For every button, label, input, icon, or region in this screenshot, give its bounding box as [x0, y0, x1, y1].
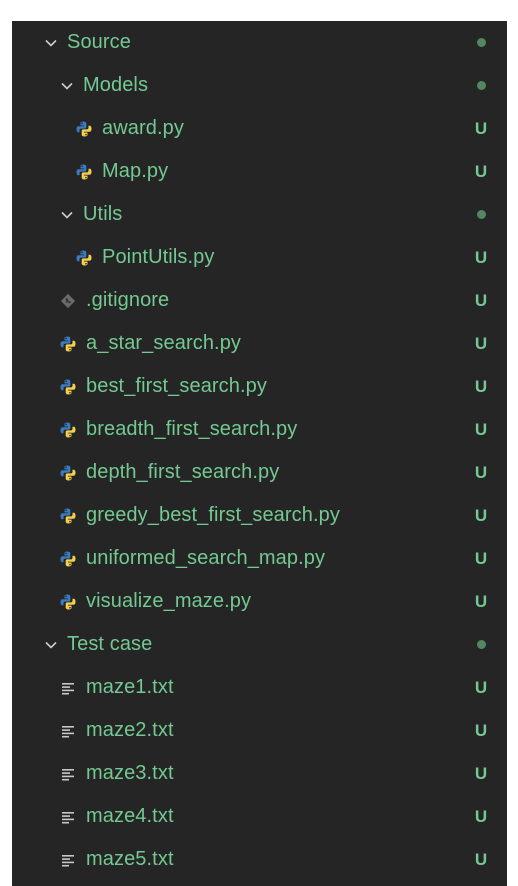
untracked-badge: U	[474, 806, 488, 826]
file-label: maze4.txt	[86, 805, 174, 827]
file-label: maze2.txt	[86, 719, 174, 741]
file-maze3-txt[interactable]: maze3.txt U	[12, 752, 507, 795]
file-a-star-search-py[interactable]: a_star_search.py U	[12, 322, 507, 365]
file-maze5-txt[interactable]: maze5.txt U	[12, 838, 507, 881]
folder-modified-dot	[471, 64, 491, 107]
untracked-badge: U	[474, 333, 488, 353]
folder-utils[interactable]: Utils	[12, 193, 507, 236]
untracked-badge: U	[474, 505, 488, 525]
file-label: Map.py	[102, 160, 169, 182]
untracked-badge: U	[474, 290, 488, 310]
file-label: depth_first_search.py	[86, 461, 280, 483]
untracked-badge: U	[474, 763, 488, 783]
folder-modified-dot	[471, 193, 491, 236]
text-file-icon	[58, 764, 78, 784]
file-depth-first-search-py[interactable]: depth_first_search.py U	[12, 451, 507, 494]
file-label: uniformed_search_map.py	[86, 547, 326, 569]
python-file-icon	[58, 506, 78, 526]
git-file-icon	[58, 291, 78, 311]
file-maze4-txt[interactable]: maze4.txt U	[12, 795, 507, 838]
folder-label: Utils	[83, 203, 123, 225]
untracked-badge: U	[474, 376, 488, 396]
folder-modified-dot	[471, 21, 491, 64]
chevron-down-icon[interactable]	[42, 34, 60, 52]
file-label: a_star_search.py	[86, 332, 242, 354]
folder-source[interactable]: Source	[12, 21, 507, 64]
file-uniformed-search-map-py[interactable]: uniformed_search_map.py U	[12, 537, 507, 580]
file-label: maze1.txt	[86, 676, 174, 698]
text-file-icon	[58, 807, 78, 827]
file-best-first-search-py[interactable]: best_first_search.py U	[12, 365, 507, 408]
file-label: maze5.txt	[86, 848, 174, 870]
file-pointutils-py[interactable]: PointUtils.py U	[12, 236, 507, 279]
python-file-icon	[58, 377, 78, 397]
file-label: greedy_best_first_search.py	[86, 504, 340, 526]
folder-label: Test case	[67, 633, 153, 655]
untracked-badge: U	[474, 849, 488, 869]
file-greedy-best-first-search-py[interactable]: greedy_best_first_search.py U	[12, 494, 507, 537]
untracked-badge: U	[474, 247, 488, 267]
python-file-icon	[74, 162, 94, 182]
file-explorer: Source Models award.py U Map.py U Utils …	[12, 21, 507, 886]
untracked-badge: U	[474, 161, 488, 181]
file-label: visualize_maze.py	[86, 590, 252, 612]
untracked-badge: U	[474, 462, 488, 482]
file-label: award.py	[102, 117, 184, 139]
python-file-icon	[58, 420, 78, 440]
file-label: breadth_first_search.py	[86, 418, 298, 440]
file-map-py[interactable]: Map.py U	[12, 150, 507, 193]
untracked-badge: U	[474, 419, 488, 439]
python-file-icon	[58, 463, 78, 483]
python-file-icon	[58, 592, 78, 612]
folder-models[interactable]: Models	[12, 64, 507, 107]
untracked-badge: U	[474, 548, 488, 568]
text-file-icon	[58, 721, 78, 741]
file-maze2-txt[interactable]: maze2.txt U	[12, 709, 507, 752]
untracked-badge: U	[474, 591, 488, 611]
chevron-down-icon[interactable]	[58, 77, 76, 95]
untracked-badge: U	[474, 720, 488, 740]
file-label: .gitignore	[86, 289, 170, 311]
python-file-icon	[58, 549, 78, 569]
file-gitignore[interactable]: .gitignore U	[12, 279, 507, 322]
python-file-icon	[58, 334, 78, 354]
file-maze1-txt[interactable]: maze1.txt U	[12, 666, 507, 709]
text-file-icon	[58, 850, 78, 870]
folder-label: Source	[67, 31, 131, 53]
python-file-icon	[74, 119, 94, 139]
file-visualize-maze-py[interactable]: visualize_maze.py U	[12, 580, 507, 623]
python-file-icon	[74, 248, 94, 268]
file-award-py[interactable]: award.py U	[12, 107, 507, 150]
file-label: maze3.txt	[86, 762, 174, 784]
folder-modified-dot	[471, 623, 491, 666]
untracked-badge: U	[474, 677, 488, 697]
text-file-icon	[58, 678, 78, 698]
folder-test-case[interactable]: Test case	[12, 623, 507, 666]
chevron-down-icon[interactable]	[42, 636, 60, 654]
file-label: PointUtils.py	[102, 246, 215, 268]
file-breadth-first-search-py[interactable]: breadth_first_search.py U	[12, 408, 507, 451]
chevron-down-icon[interactable]	[58, 206, 76, 224]
file-label: best_first_search.py	[86, 375, 267, 397]
untracked-badge: U	[474, 118, 488, 138]
folder-label: Models	[83, 74, 149, 96]
